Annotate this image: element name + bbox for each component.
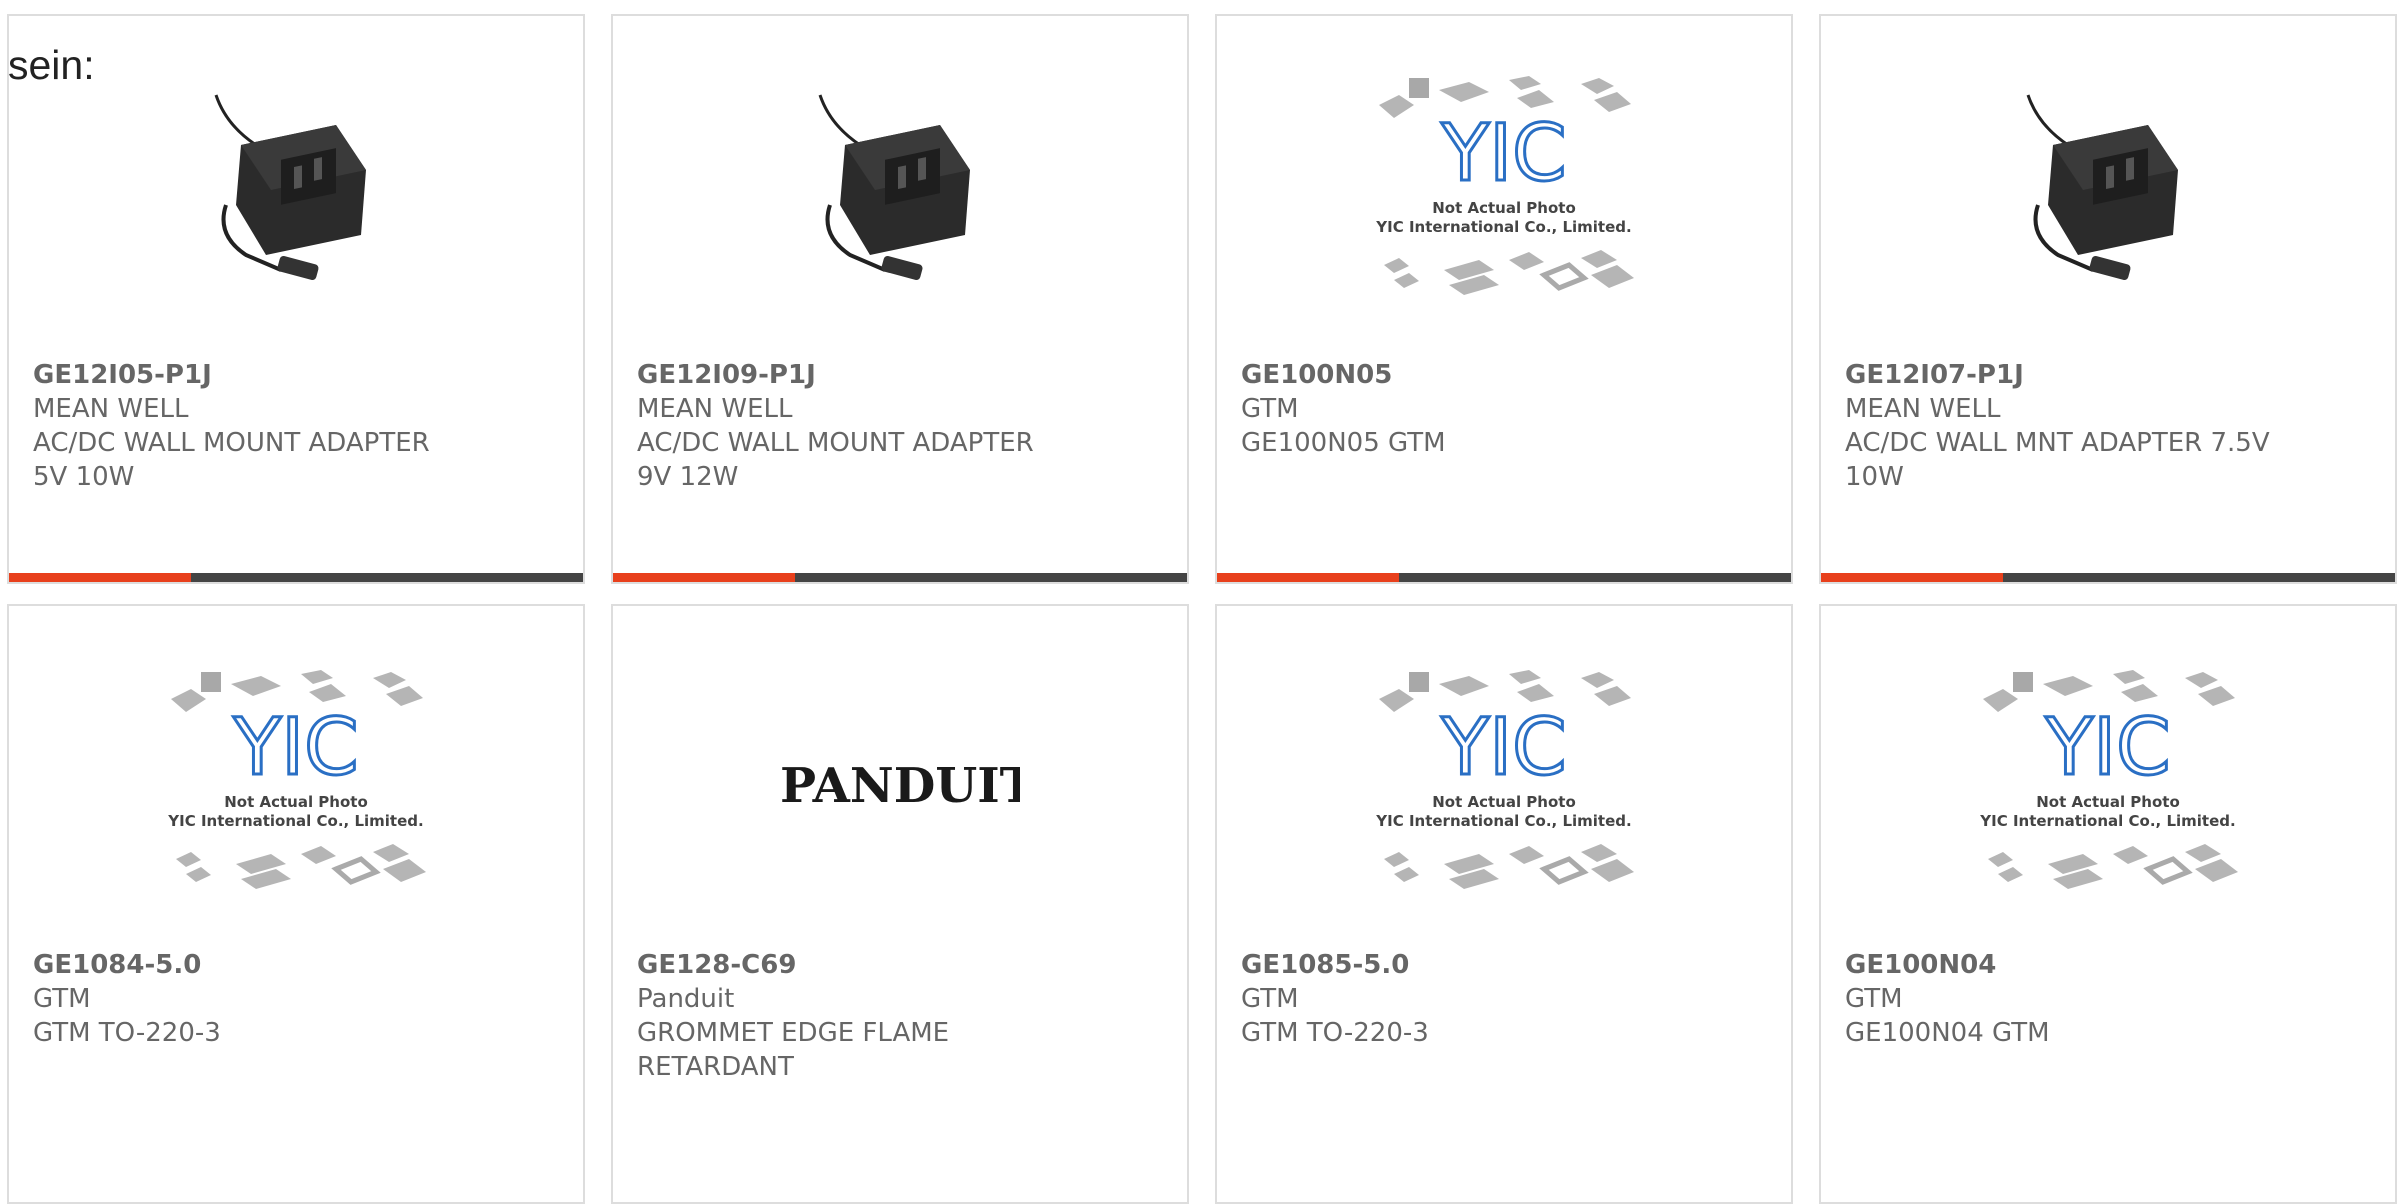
manufacturer-label: MEAN WELL xyxy=(33,394,189,424)
card-progress-bar xyxy=(613,573,1187,582)
manufacturer-label: GTM xyxy=(1241,984,1299,1014)
svg-text:YIC International Co., Limited: YIC International Co., Limited. xyxy=(167,812,423,830)
description-line: AC/DC WALL MNT ADAPTER 7.5V xyxy=(1845,428,2270,458)
product-card[interactable]: YIC Not Actual Photo YIC International C… xyxy=(7,604,585,1204)
description-line: 5V 10W xyxy=(33,462,135,492)
part-number-link[interactable]: GE12I05-P1J xyxy=(33,358,563,392)
description-line: GE100N04 GTM xyxy=(1845,1018,2050,1048)
svg-text:YIC: YIC xyxy=(232,703,358,793)
product-card[interactable]: YIC Not Actual Photo YIC International C… xyxy=(1215,14,1793,584)
product-card[interactable]: GE12I09-P1J MEAN WELL AC/DC WALL MOUNT ADA… xyxy=(611,14,1189,584)
description-line: GE100N05 GTM xyxy=(1241,428,1446,458)
card-progress-bar xyxy=(1821,573,2395,582)
svg-text:YIC: YIC xyxy=(2044,703,2170,793)
svg-text:YIC International Co., Limited: YIC International Co., Limited. xyxy=(1979,812,2235,830)
product-card[interactable]: GE12I05-P1J MEAN WELL AC/DC WALL MOUNT ADA… xyxy=(7,14,585,584)
svg-text:Not Actual Photo: Not Actual Photo xyxy=(2036,793,2180,811)
card-progress-accent xyxy=(9,573,191,582)
adapter-photo-icon[interactable] xyxy=(613,72,1187,307)
part-number-link[interactable]: GE12I07-P1J xyxy=(1845,358,2375,392)
card-progress-bar xyxy=(1217,573,1791,582)
card-progress-accent xyxy=(613,573,795,582)
adapter-photo-icon[interactable] xyxy=(1821,72,2395,307)
card-progress-accent xyxy=(1821,573,2003,582)
product-card[interactable]: PANDUIT GE128-C69 Panduit GROMMET EDGE FLA… xyxy=(611,604,1189,1204)
placeholder-photo-icon[interactable]: YIC Not Actual Photo YIC International C… xyxy=(9,666,583,901)
manufacturer-label: GTM xyxy=(1845,984,1903,1014)
placeholder-photo-icon[interactable]: YIC Not Actual Photo YIC International C… xyxy=(1217,72,1791,307)
intro-text: sein: xyxy=(8,42,95,88)
description-line: GROMMET EDGE FLAME xyxy=(637,1018,950,1048)
part-number-link[interactable]: GE1084-5.0 xyxy=(33,948,563,982)
manufacturer-label: Panduit xyxy=(637,984,735,1014)
manufacturer-label: GTM xyxy=(33,984,91,1014)
description-line: GTM TO-220-3 xyxy=(33,1018,221,1048)
manufacturer-label: GTM xyxy=(1241,394,1299,424)
card-progress-accent xyxy=(1217,573,1399,582)
description-line: GTM TO-220-3 xyxy=(1241,1018,1429,1048)
product-card[interactable]: YIC Not Actual Photo YIC International C… xyxy=(1819,604,2397,1204)
manufacturer-label: MEAN WELL xyxy=(1845,394,2001,424)
svg-text:YIC: YIC xyxy=(1440,703,1566,793)
description-line: AC/DC WALL MOUNT ADAPTER xyxy=(33,428,430,458)
product-card[interactable]: YIC Not Actual Photo YIC International C… xyxy=(1215,604,1793,1204)
part-number-link[interactable]: GE12I09-P1J xyxy=(637,358,1167,392)
manufacturer-label: MEAN WELL xyxy=(637,394,793,424)
placeholder-photo-icon[interactable]: YIC Not Actual Photo YIC International C… xyxy=(1217,666,1791,901)
svg-text:Not Actual Photo: Not Actual Photo xyxy=(224,793,368,811)
card-progress-bar xyxy=(9,573,583,582)
svg-text:Not Actual Photo: Not Actual Photo xyxy=(1432,199,1576,217)
svg-text:YIC International Co., Limited: YIC International Co., Limited. xyxy=(1375,812,1631,830)
part-number-link[interactable]: GE100N05 xyxy=(1241,358,1771,392)
description-line: 10W xyxy=(1845,462,1904,492)
part-number-link[interactable]: GE100N04 xyxy=(1845,948,2375,982)
svg-text:PANDUIT: PANDUIT xyxy=(780,758,1020,814)
adapter-photo-icon[interactable] xyxy=(9,72,583,307)
panduit-logo-icon[interactable]: PANDUIT xyxy=(613,666,1187,901)
svg-text:Not Actual Photo: Not Actual Photo xyxy=(1432,793,1576,811)
svg-text:YIC International Co., Limited: YIC International Co., Limited. xyxy=(1375,218,1631,236)
description-line: 9V 12W xyxy=(637,462,739,492)
product-card[interactable]: GE12I07-P1J MEAN WELL AC/DC WALL MNT ADAPT… xyxy=(1819,14,2397,584)
part-number-link[interactable]: GE128-C69 xyxy=(637,948,1167,982)
description-line: AC/DC WALL MOUNT ADAPTER xyxy=(637,428,1034,458)
description-line: RETARDANT xyxy=(637,1052,794,1082)
placeholder-photo-icon[interactable]: YIC Not Actual Photo YIC International C… xyxy=(1821,666,2395,901)
part-number-link[interactable]: GE1085-5.0 xyxy=(1241,948,1771,982)
svg-text:YIC: YIC xyxy=(1440,109,1566,199)
